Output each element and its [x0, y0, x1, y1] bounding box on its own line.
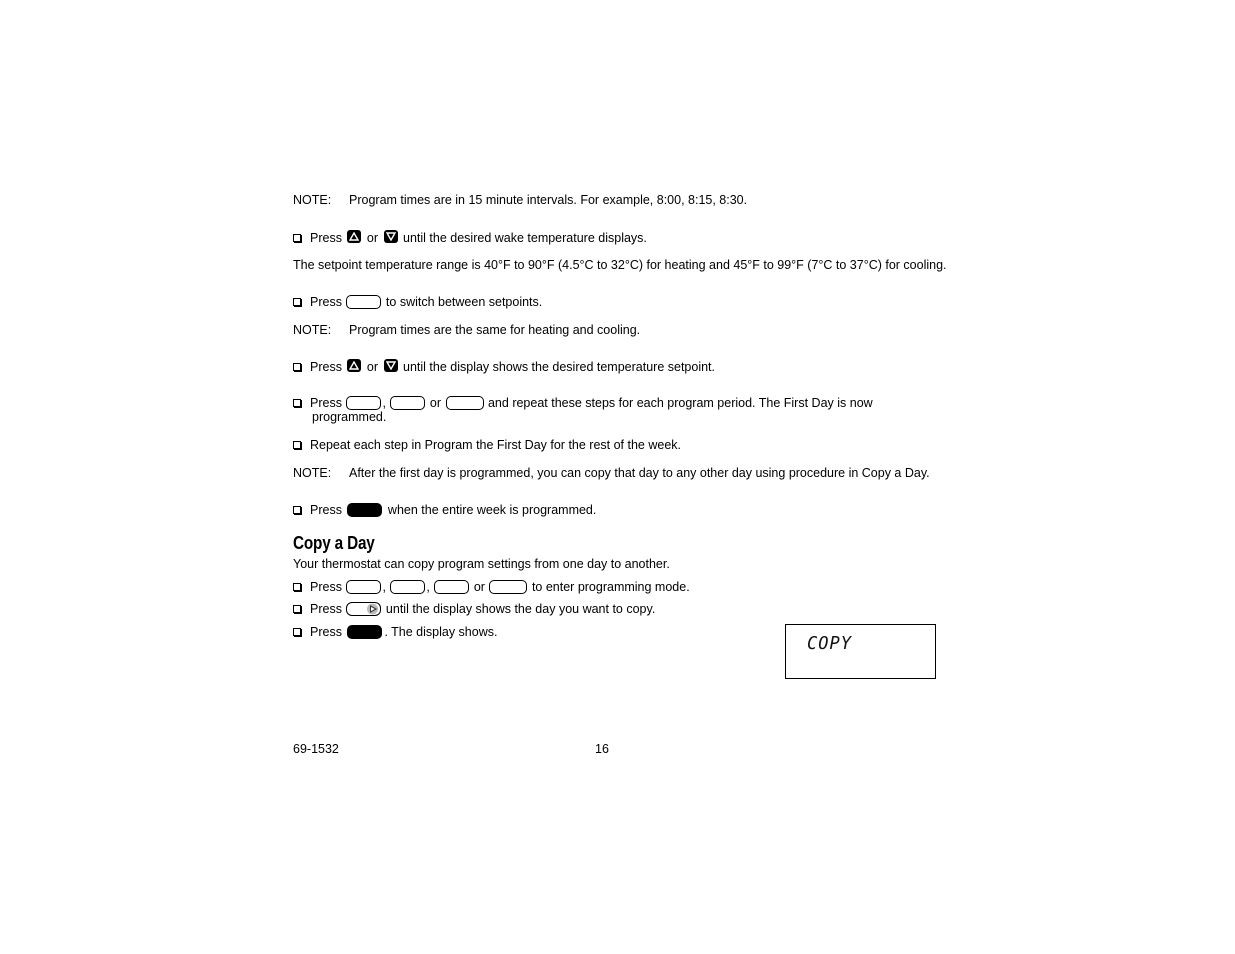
program-button-2-icon	[390, 580, 426, 594]
step-text: . The display shows.	[384, 625, 498, 639]
down-arrow-button-icon	[383, 359, 398, 372]
comma: ,	[382, 396, 386, 410]
press-label: Press	[310, 580, 342, 594]
step-enter-programming: Press , , or to enter programming mode.	[293, 580, 690, 594]
checkbox-bullet-icon	[293, 399, 301, 407]
program-button-4-icon	[489, 580, 528, 594]
press-label: Press	[310, 503, 342, 517]
step-text: to enter programming mode.	[531, 580, 690, 594]
step-repeat-period-continuation: programmed.	[312, 410, 387, 424]
copy-button-icon	[347, 625, 383, 639]
or-label: or	[366, 360, 379, 374]
note-text: Program times are in 15 minute intervals…	[349, 193, 748, 207]
press-label: Press	[310, 625, 342, 639]
checkbox-bullet-icon	[293, 506, 301, 514]
note-same-times: NOTE: Program times are the same for heat…	[293, 323, 640, 337]
step-text: and repeat these steps for each program …	[487, 396, 873, 410]
program-button-1-icon	[346, 580, 382, 594]
checkbox-bullet-icon	[293, 628, 301, 636]
page-number: 16	[595, 742, 609, 756]
next-day-button-icon	[346, 602, 382, 616]
step-entire-week: Press when the entire week is programmed…	[293, 503, 596, 517]
down-arrow-button-icon	[383, 230, 398, 243]
note-label: NOTE:	[293, 193, 332, 207]
period-button-1-icon	[346, 396, 382, 410]
step-text: until the display shows the day you want…	[385, 602, 656, 616]
step-display-setpoint: Press or until the display shows the des…	[293, 359, 715, 374]
checkbox-bullet-icon	[293, 441, 301, 449]
note-label: NOTE:	[293, 466, 332, 480]
step-text: until the desired wake temperature displ…	[403, 231, 647, 245]
checkbox-bullet-icon	[293, 298, 301, 306]
press-label: Press	[310, 295, 342, 309]
note-text: After the first day is programmed, you c…	[349, 466, 930, 480]
step-wake-temperature: Press or until the desired wake temperat…	[293, 230, 647, 245]
done-button-icon	[347, 503, 383, 517]
note-copy-hint: NOTE: After the first day is programmed, …	[293, 466, 930, 480]
period-button-2-icon	[390, 396, 426, 410]
step-switch-setpoints: Press to switch between setpoints.	[293, 295, 542, 309]
press-label: Press	[310, 396, 342, 410]
step-repeat-week: Repeat each step in Program the First Da…	[293, 438, 681, 452]
lcd-display: COPY	[785, 624, 936, 679]
checkbox-bullet-icon	[293, 605, 301, 613]
step-text: when the entire week is programmed.	[387, 503, 597, 517]
section-heading-copy-a-day: Copy a Day	[293, 533, 375, 553]
step-select-day: Press until the display shows the day yo…	[293, 602, 655, 616]
press-label: Press	[310, 360, 342, 374]
press-label: Press	[310, 231, 342, 245]
period-button-3-icon	[445, 396, 484, 410]
comma: ,	[426, 580, 430, 594]
comma: ,	[382, 580, 386, 594]
checkbox-bullet-icon	[293, 363, 301, 371]
note-text: Program times are the same for heating a…	[349, 323, 641, 337]
or-label: or	[473, 580, 485, 594]
press-label: Press	[310, 602, 342, 616]
setpoint-button-icon	[346, 295, 382, 309]
step-text: to switch between setpoints.	[385, 295, 543, 309]
step-repeat-period: Press , or and repeat these steps for ea…	[293, 396, 873, 410]
lcd-display-text: COPY	[807, 633, 852, 655]
note-intervals: NOTE: Program times are in 15 minute inte…	[293, 193, 747, 207]
checkbox-bullet-icon	[293, 583, 301, 591]
checkbox-bullet-icon	[293, 234, 301, 242]
up-arrow-button-icon	[347, 230, 362, 243]
document-number: 69-1532	[293, 742, 339, 756]
up-arrow-button-icon	[347, 359, 362, 372]
step-text: Repeat each step in Program the First Da…	[310, 438, 682, 452]
step-text: until the display shows the desired temp…	[403, 360, 715, 374]
or-label: or	[366, 231, 379, 245]
program-button-3-icon	[434, 580, 470, 594]
copy-intro-text: Your thermostat can copy program setting…	[293, 557, 670, 571]
note-label: NOTE:	[293, 323, 332, 337]
or-label: or	[429, 396, 442, 410]
step-display-shows: Press . The display shows.	[293, 625, 497, 639]
setpoint-range-text: The setpoint temperature range is 40°F t…	[293, 258, 947, 272]
